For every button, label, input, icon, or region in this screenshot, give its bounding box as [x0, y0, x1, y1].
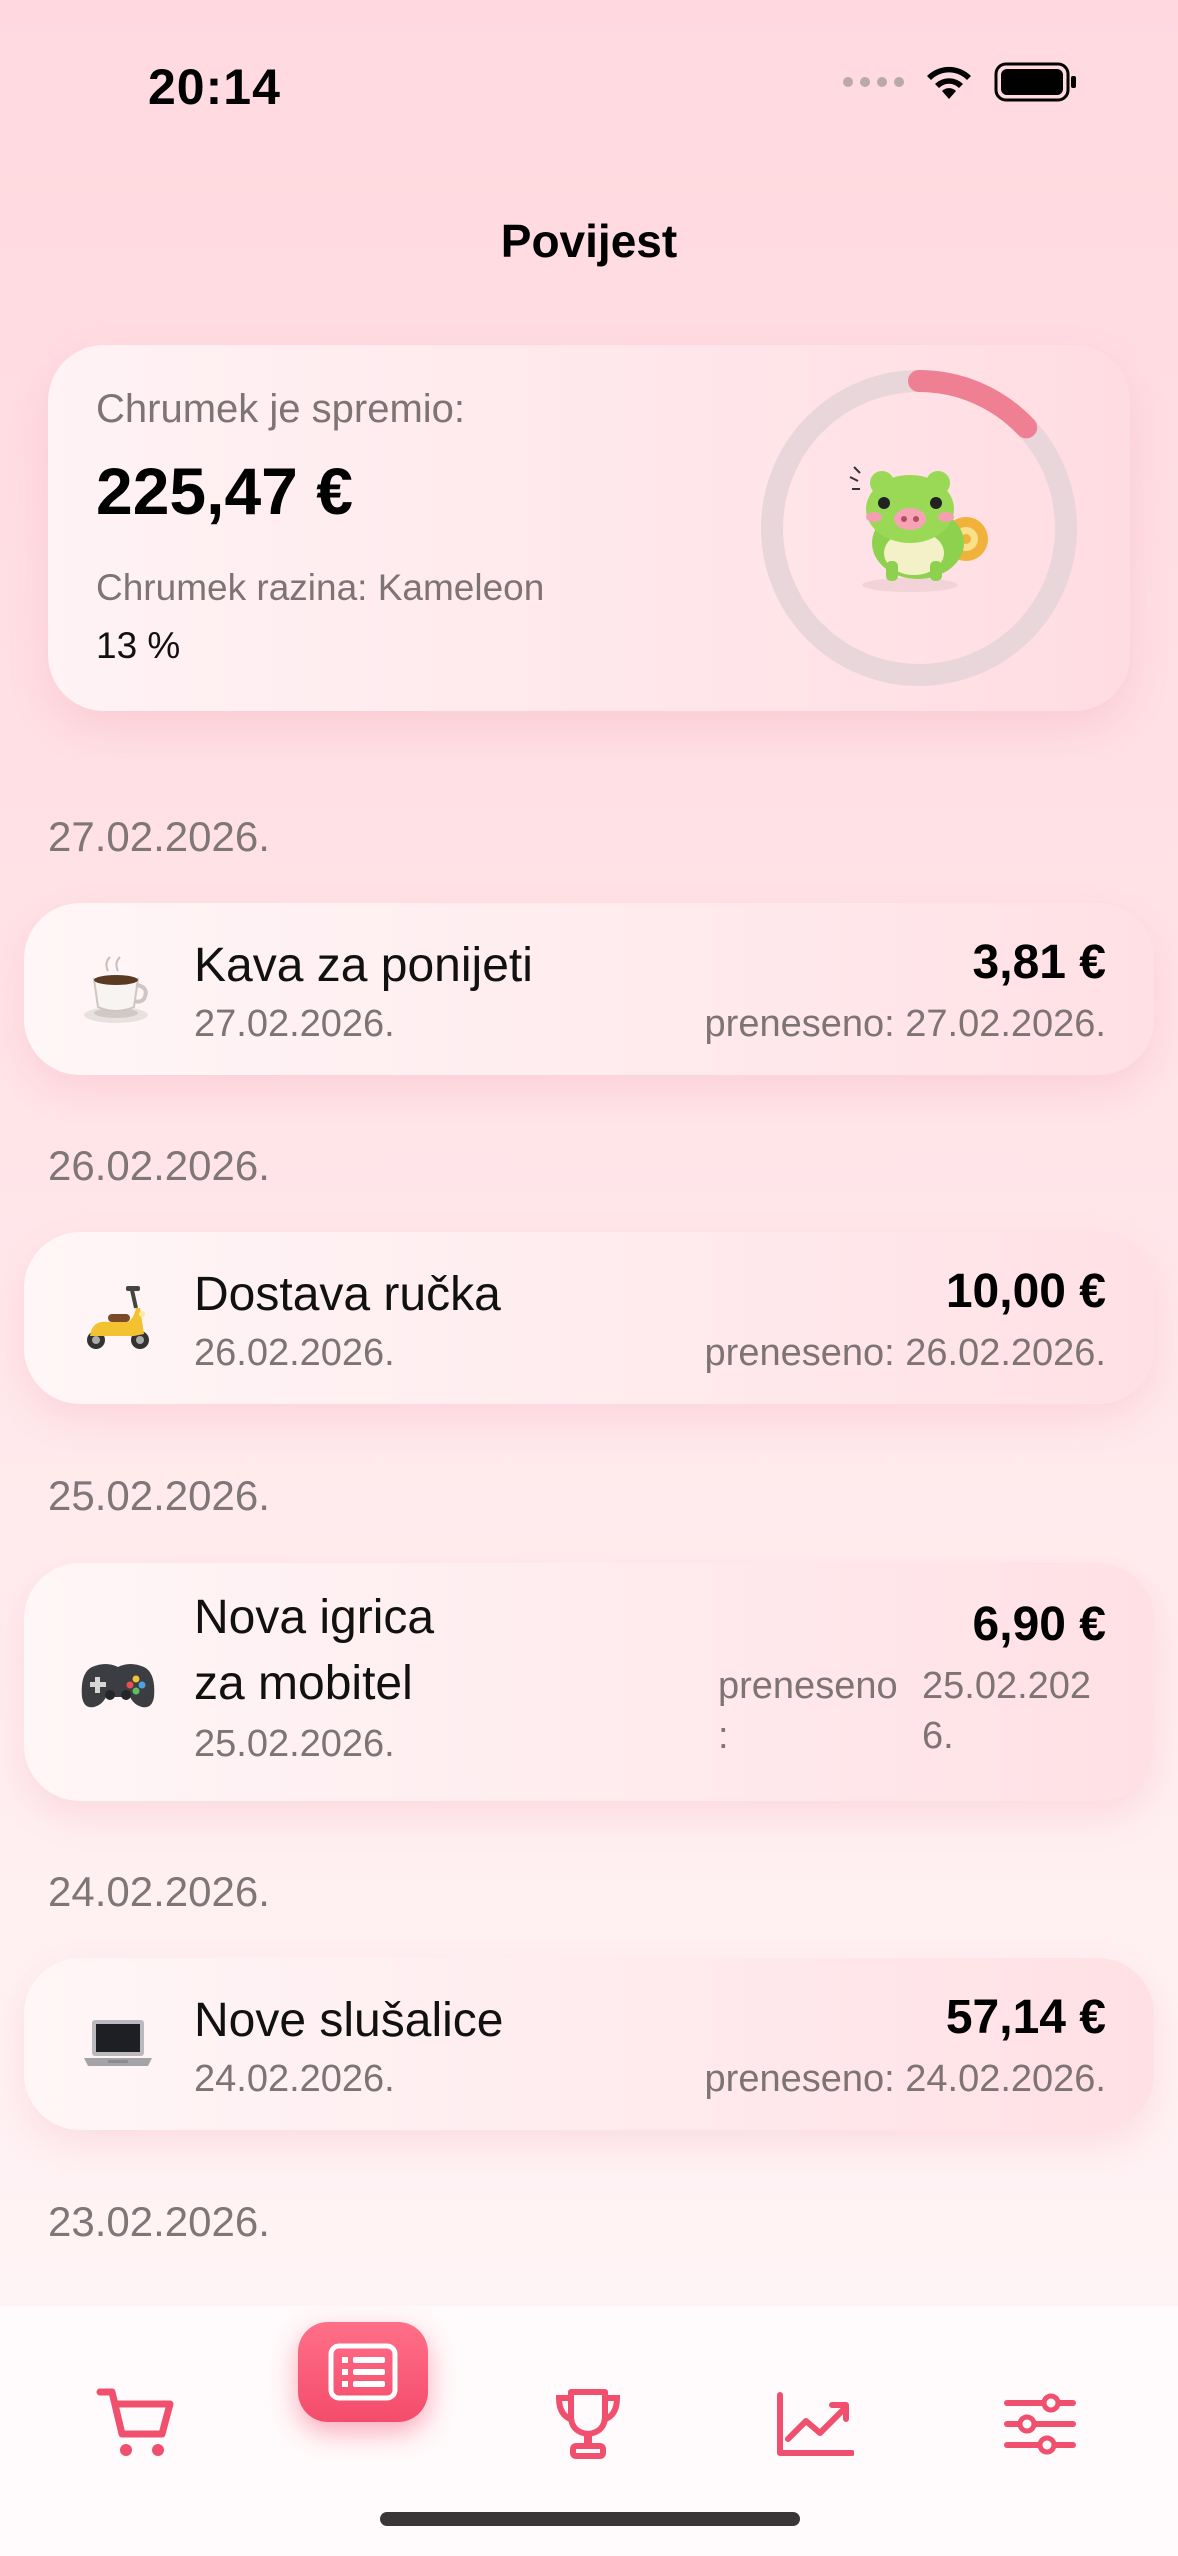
transfer-date: 27.02.2026.: [905, 1003, 1106, 1045]
list-icon: [328, 2343, 398, 2401]
laptop-icon: [84, 2020, 152, 2066]
transaction-name-line: za mobitel: [194, 1657, 413, 1710]
transfer-info: preneseno: 26.02.2026.: [705, 1332, 1106, 1375]
battery-icon: [994, 62, 1076, 102]
status-time: 20:14: [148, 59, 281, 115]
date-group-header: 24.02.2026.: [48, 1868, 270, 1915]
tab-shop[interactable]: [76, 2364, 196, 2484]
wifi-icon: [927, 66, 971, 99]
transaction-date: 27.02.2026.: [194, 1003, 395, 1045]
gamepad-icon: [81, 1664, 155, 1708]
tab-statistics[interactable]: [755, 2364, 875, 2484]
tab-settings[interactable]: [980, 2364, 1100, 2484]
transfer-date-line: 6.: [922, 1715, 954, 1757]
transaction-name: Dostava ručka: [194, 1268, 501, 1321]
savings-summary-card: Chrumek je spremio: 225,47 € Chrumek raz…: [48, 345, 1130, 711]
level-percent: 13 %: [96, 625, 181, 666]
transfer-label: preneseno:: [704, 1332, 895, 1374]
transfer-label: preneseno:: [704, 2058, 895, 2100]
mascot-level: Chrumek razina: Kameleon: [96, 567, 545, 608]
transaction-date: 24.02.2026.: [194, 2058, 395, 2100]
transfer-label-line: preneseno: [718, 1665, 898, 1707]
transaction-amount: 10,00 €: [945, 1265, 1106, 1318]
transfer-date: 25.02.202 6.: [922, 1661, 1112, 1761]
sliders-icon: [1004, 2393, 1076, 2455]
transfer-date: 26.02.2026.: [905, 1332, 1106, 1374]
trophy-icon: [555, 2389, 621, 2459]
chameleon-pig-mascot-icon: [849, 466, 988, 592]
transaction-amount: 6,90 €: [972, 1598, 1106, 1651]
tab-achievements[interactable]: [528, 2364, 648, 2484]
transaction-amount: 57,14 €: [945, 1991, 1106, 2044]
date-group-header: 27.02.2026.: [48, 813, 270, 860]
transaction-name-line: Nova igrica: [194, 1591, 435, 1644]
transfer-label: preneseno :: [718, 1661, 918, 1761]
transfer-date: 24.02.2026.: [905, 2058, 1106, 2100]
transfer-info: preneseno: 24.02.2026.: [705, 2058, 1106, 2101]
transaction-name: Nova igrica za mobitel: [194, 1585, 434, 1717]
cart-icon: [96, 2388, 174, 2456]
transaction-card[interactable]: Nova igrica za mobitel 25.02.2026. 6,90 …: [24, 1563, 1154, 1801]
transaction-name: Kava za ponijeti: [194, 939, 533, 992]
transaction-name: Nove slušalice: [194, 1994, 504, 2047]
cellular-signal-icon: [843, 77, 904, 87]
transfer-label-line: :: [718, 1715, 729, 1757]
home-indicator: [380, 2512, 800, 2526]
transaction-card[interactable]: Nove slušalice 24.02.2026. 57,14 € prene…: [24, 1958, 1154, 2130]
status-icons: [843, 62, 1078, 102]
date-group-header: 25.02.2026.: [48, 1472, 270, 1519]
date-group-header: 23.02.2026.: [48, 2198, 270, 2245]
transaction-card[interactable]: Kava za ponijeti 27.02.2026. 3,81 € pren…: [24, 903, 1154, 1075]
date-group-header: 26.02.2026.: [48, 1142, 270, 1189]
tab-history[interactable]: [298, 2322, 428, 2422]
scooter-icon: [87, 1286, 149, 1349]
transaction-amount: 3,81 €: [972, 936, 1106, 989]
savings-amount: 225,47 €: [96, 454, 353, 528]
savings-label: Chrumek je spremio:: [96, 387, 466, 431]
transfer-label: preneseno:: [704, 1003, 895, 1045]
page-title: Povijest: [500, 215, 678, 267]
status-bar: 20:14: [0, 0, 1178, 150]
transaction-date: 25.02.2026.: [194, 1723, 395, 1765]
transfer-date-line: 25.02.202: [922, 1665, 1092, 1707]
transfer-info: preneseno: 27.02.2026.: [705, 1003, 1106, 1046]
chart-icon: [777, 2392, 854, 2456]
coffee-icon: [84, 956, 148, 1023]
transaction-date: 26.02.2026.: [194, 1332, 395, 1374]
transaction-card[interactable]: Dostava ručka 26.02.2026. 10,00 € prenes…: [24, 1232, 1154, 1404]
